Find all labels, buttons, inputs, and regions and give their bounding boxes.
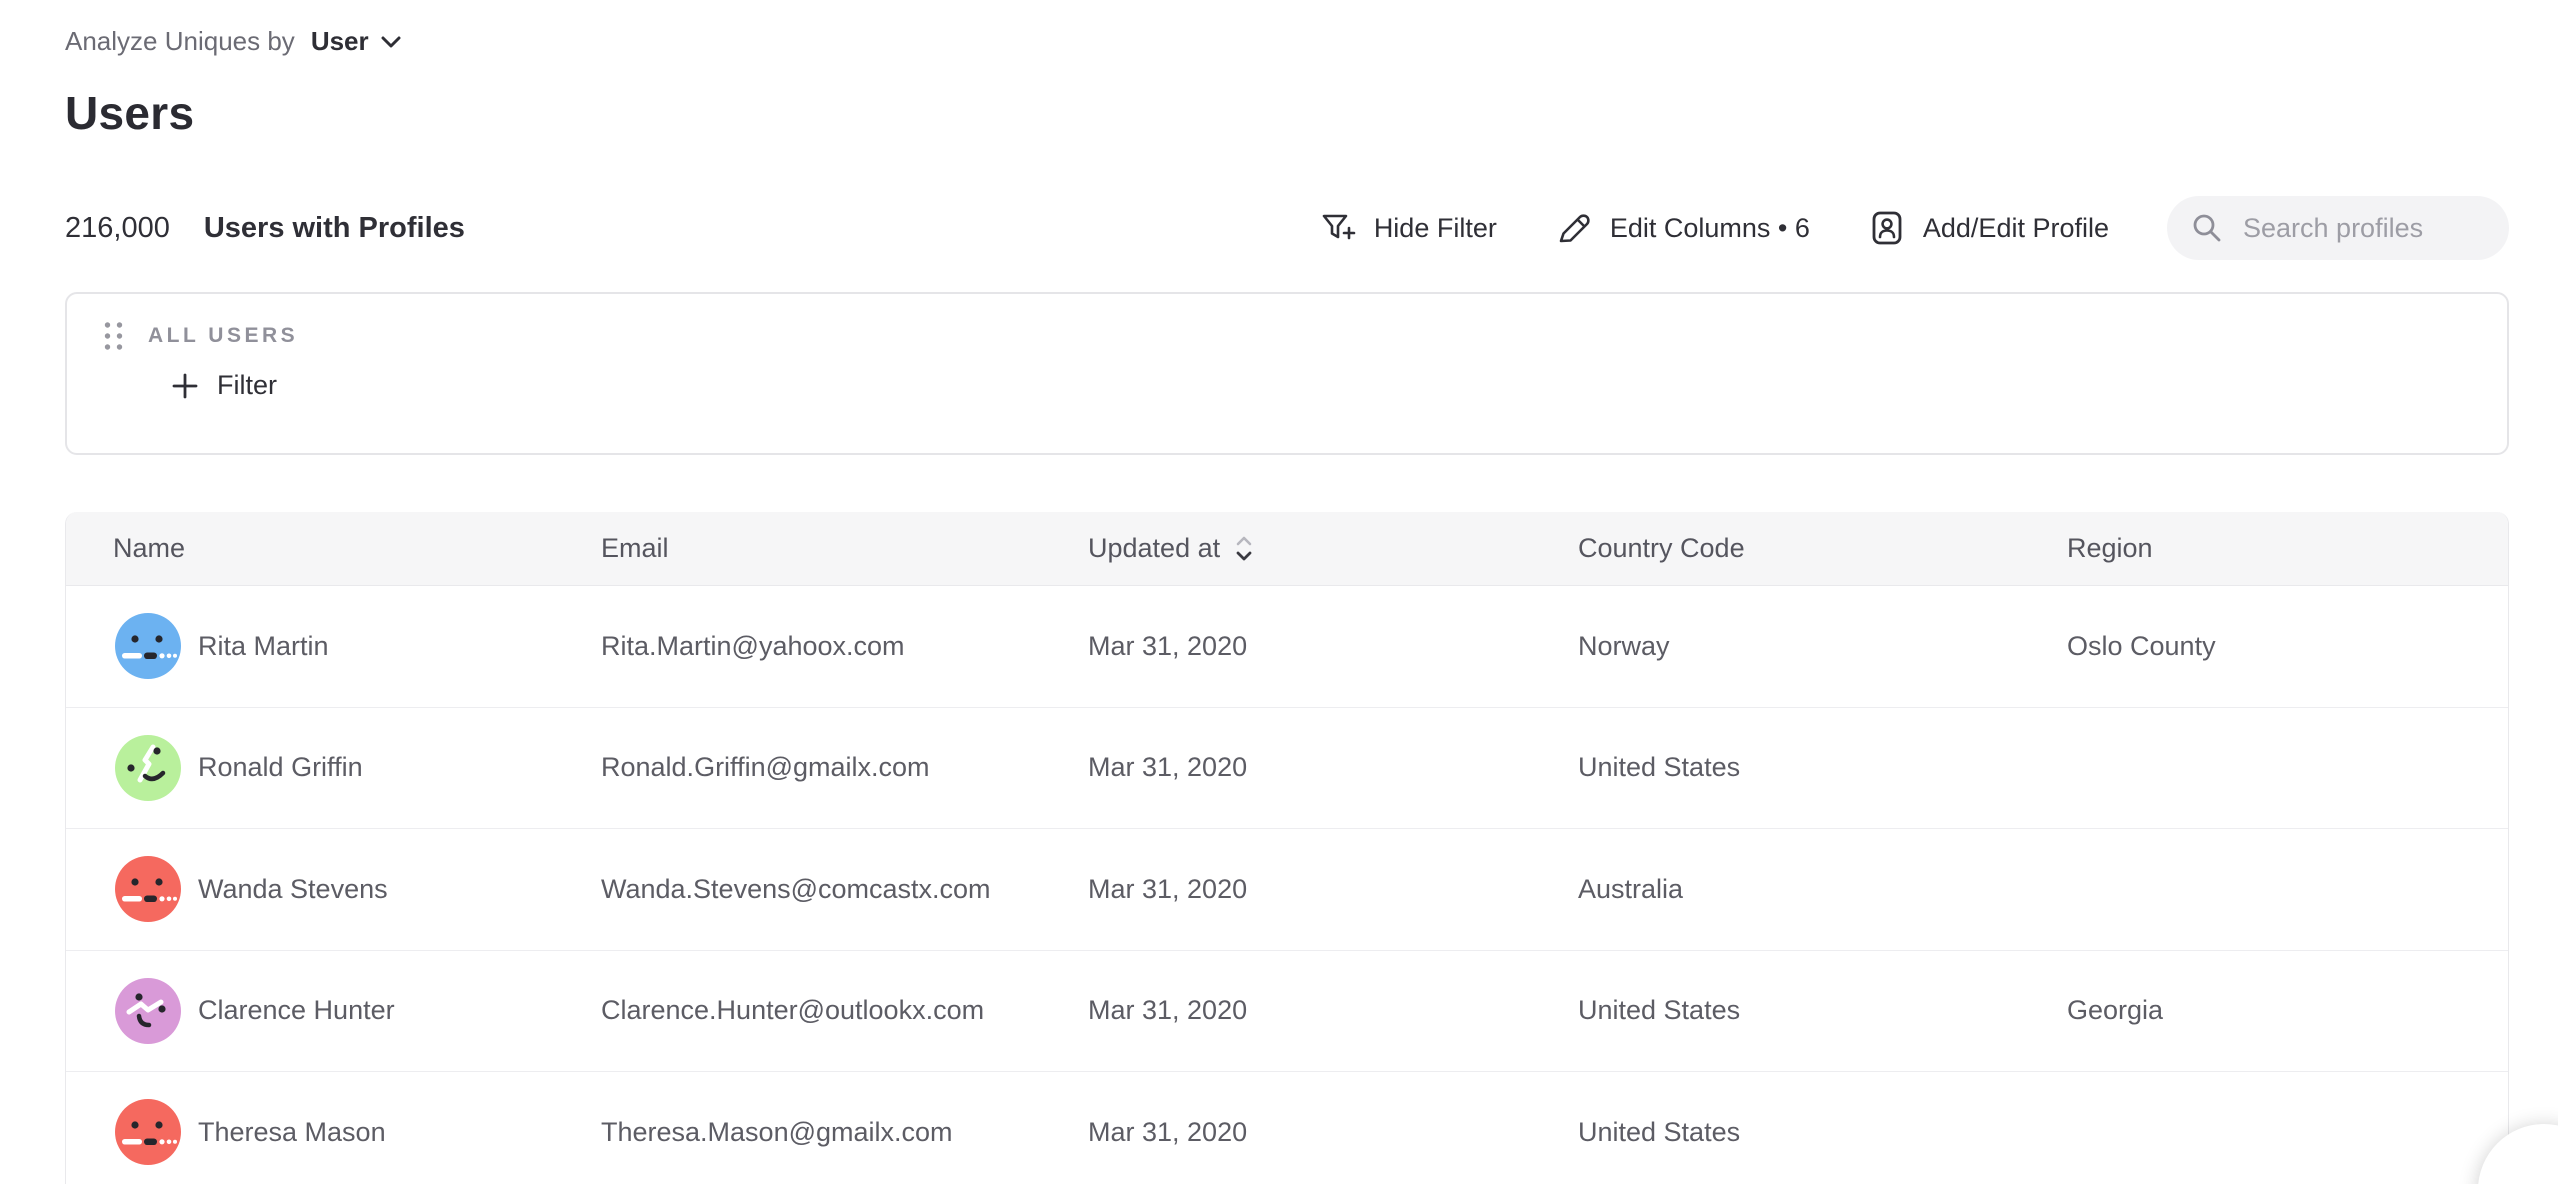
page-title: Users [65, 86, 194, 140]
sort-icon [1235, 534, 1253, 564]
filter-panel: ALL USERS Filter [65, 292, 2509, 455]
edit-columns-button[interactable]: Edit Columns • 6 [1555, 209, 1810, 247]
column-header-updated-at[interactable]: Updated at [1088, 533, 1578, 564]
filter-group-label: ALL USERS [148, 324, 298, 348]
column-header-region: Region [2067, 533, 2508, 564]
avatar [115, 978, 181, 1044]
pencil-icon [1555, 209, 1593, 247]
drag-handle-icon[interactable] [103, 320, 124, 352]
add-filter-label: Filter [217, 370, 277, 401]
table-row[interactable]: Theresa Mason Theresa.Mason@gmailx.com M… [66, 1072, 2508, 1184]
search-profiles-input[interactable] [2167, 196, 2509, 260]
column-header-email: Email [601, 533, 1088, 564]
avatar-face-icon [115, 735, 181, 801]
user-name: Rita Martin [198, 631, 329, 662]
toolbar-actions: Hide Filter Edit Columns • 6 Add/Edit Pr… [1319, 196, 2509, 260]
users-page: Analyze Uniques by User Users 216,000 Us… [0, 0, 2558, 1184]
user-updated-at: Mar 31, 2020 [1088, 631, 1578, 662]
user-updated-at: Mar 31, 2020 [1088, 1117, 1578, 1148]
user-email: Ronald.Griffin@gmailx.com [601, 752, 1088, 783]
user-region: Georgia [2067, 995, 2508, 1026]
avatar [115, 735, 181, 801]
edit-columns-label: Edit Columns • 6 [1610, 213, 1810, 244]
table-header-row: Name Email Updated at Country Code Regio… [66, 512, 2508, 586]
analyze-by-value: User [311, 26, 369, 57]
user-updated-at: Mar 31, 2020 [1088, 874, 1578, 905]
user-email: Clarence.Hunter@outlookx.com [601, 995, 1088, 1026]
user-region: Oslo County [2067, 631, 2508, 662]
avatar [115, 613, 181, 679]
table-row[interactable]: Rita Martin Rita.Martin@yahoox.com Mar 3… [66, 586, 2508, 708]
user-updated-at: Mar 31, 2020 [1088, 995, 1578, 1026]
hide-filter-label: Hide Filter [1374, 213, 1497, 244]
chevron-down-icon [381, 36, 401, 48]
users-table: Name Email Updated at Country Code Regio… [65, 512, 2509, 1184]
analyze-uniques-row: Analyze Uniques by User [65, 26, 401, 57]
search-profiles [2167, 196, 2509, 260]
user-country: United States [1578, 752, 2067, 783]
add-edit-profile-label: Add/Edit Profile [1923, 213, 2109, 244]
filter-plus-icon [1319, 209, 1357, 247]
user-country: United States [1578, 995, 2067, 1026]
user-name: Clarence Hunter [198, 995, 395, 1026]
user-email: Wanda.Stevens@comcastx.com [601, 874, 1088, 905]
toolbar: 216,000 Users with Profiles Hide Filter … [65, 194, 2509, 262]
table-row[interactable]: Wanda Stevens Wanda.Stevens@comcastx.com… [66, 829, 2508, 951]
table-row[interactable]: Clarence Hunter Clarence.Hunter@outlookx… [66, 951, 2508, 1073]
add-edit-profile-button[interactable]: Add/Edit Profile [1868, 209, 2109, 247]
avatar-face-icon [115, 856, 181, 922]
avatar-face-icon [115, 978, 181, 1044]
profiles-count: 216,000 Users with Profiles [65, 212, 465, 245]
user-updated-at: Mar 31, 2020 [1088, 752, 1578, 783]
user-country: Australia [1578, 874, 2067, 905]
avatar [115, 1099, 181, 1165]
analyze-uniques-label: Analyze Uniques by [65, 26, 295, 57]
user-country: Norway [1578, 631, 2067, 662]
profile-card-icon [1868, 209, 1906, 247]
user-name: Theresa Mason [198, 1117, 386, 1148]
table-row[interactable]: Ronald Griffin Ronald.Griffin@gmailx.com… [66, 708, 2508, 830]
user-name: Wanda Stevens [198, 874, 388, 905]
profiles-count-number: 216,000 [65, 212, 170, 245]
profiles-count-label: Users with Profiles [204, 212, 465, 245]
column-header-country-code: Country Code [1578, 533, 2067, 564]
avatar [115, 856, 181, 922]
plus-icon [171, 372, 199, 400]
analyze-by-dropdown[interactable]: User [311, 26, 401, 57]
filter-group-header: ALL USERS [103, 320, 298, 352]
column-header-name: Name [66, 533, 601, 564]
avatar-face-icon [115, 1099, 181, 1165]
user-email: Rita.Martin@yahoox.com [601, 631, 1088, 662]
avatar-face-icon [115, 613, 181, 679]
user-email: Theresa.Mason@gmailx.com [601, 1117, 1088, 1148]
user-name: Ronald Griffin [198, 752, 363, 783]
hide-filter-button[interactable]: Hide Filter [1319, 209, 1497, 247]
add-filter-button[interactable]: Filter [171, 370, 277, 401]
user-country: United States [1578, 1117, 2067, 1148]
